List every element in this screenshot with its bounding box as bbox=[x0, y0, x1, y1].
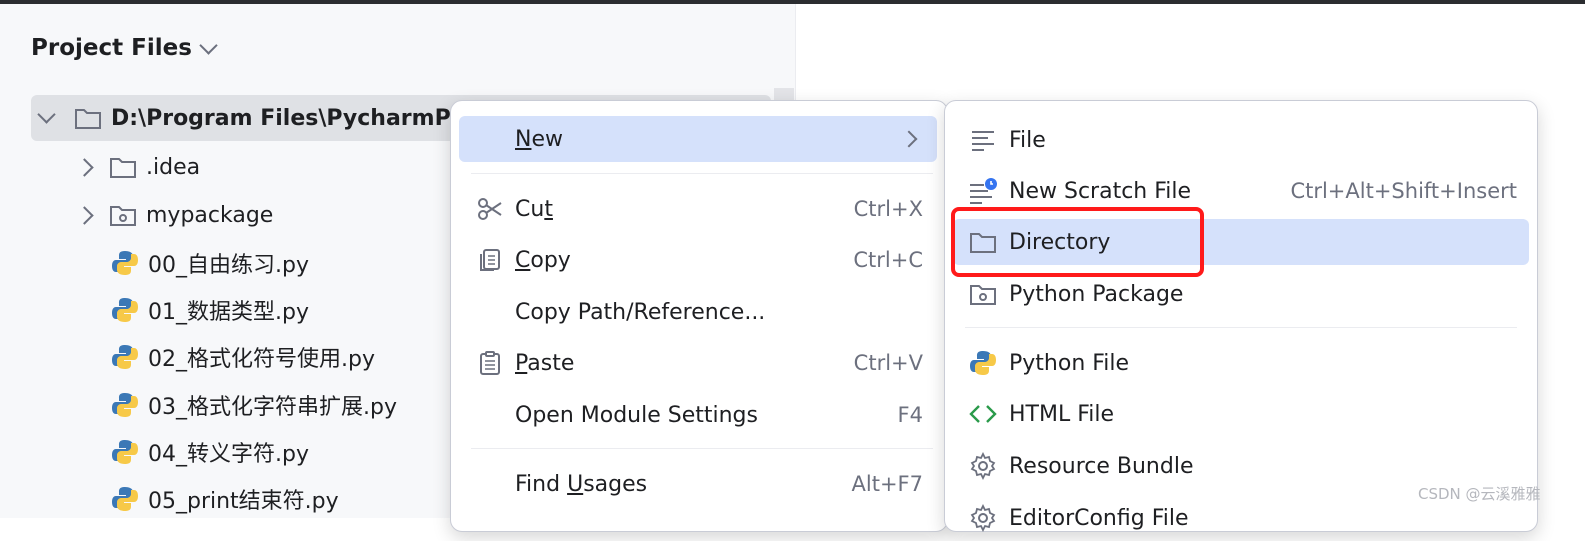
tree-item[interactable]: 04_转义字符.py bbox=[110, 429, 309, 475]
submenu-item-label: Resource Bundle bbox=[1009, 453, 1194, 479]
menu-separator bbox=[471, 173, 933, 174]
menu-item-label: Cut bbox=[515, 196, 553, 222]
submenu-item-label: File bbox=[1009, 127, 1046, 153]
menu-item-label: New bbox=[515, 126, 563, 152]
python-icon bbox=[110, 295, 140, 325]
tree-item[interactable]: 05_print结束符.py bbox=[110, 476, 339, 522]
submenu-item-label: EditorConfig File bbox=[1009, 505, 1189, 531]
chevron-down-icon bbox=[199, 35, 218, 55]
menu-item-label: Paste bbox=[515, 350, 575, 376]
text-file-icon bbox=[967, 125, 999, 155]
package-icon bbox=[108, 200, 138, 230]
menu-item-label: Open Module Settings bbox=[515, 402, 758, 428]
python-icon bbox=[110, 248, 140, 278]
gear-icon bbox=[967, 503, 999, 533]
submenu-item-html-file[interactable]: HTML File bbox=[953, 391, 1529, 437]
tree-item[interactable]: 02_格式化符号使用.py bbox=[110, 334, 375, 380]
chevron-right-icon[interactable] bbox=[74, 205, 94, 225]
copy-icon bbox=[475, 245, 505, 275]
chevron-right-icon bbox=[900, 130, 918, 148]
submenu-shortcut: Ctrl+Alt+Shift+Insert bbox=[1290, 179, 1517, 203]
scissors-icon bbox=[475, 194, 505, 224]
html-icon bbox=[967, 399, 999, 429]
submenu-separator bbox=[965, 327, 1517, 328]
menu-item-label: Find Usages bbox=[515, 471, 648, 497]
tree-item[interactable]: 01_数据类型.py bbox=[110, 287, 309, 333]
chevron-right-icon[interactable] bbox=[74, 157, 94, 177]
tree-item-label: 03_格式化字符串扩展.py bbox=[148, 395, 397, 420]
menu-item-copy-path[interactable]: Copy Path/Reference... bbox=[459, 289, 937, 335]
submenu-item-label: New Scratch File bbox=[1009, 178, 1192, 204]
menu-shortcut: Ctrl+V bbox=[853, 351, 923, 375]
submenu-item-label: Python File bbox=[1009, 350, 1130, 376]
menu-item-open-module-settings[interactable]: Open Module Settings F4 bbox=[459, 392, 937, 438]
folder-icon bbox=[108, 152, 138, 182]
annotation-highlight-box bbox=[951, 207, 1204, 277]
package-icon bbox=[967, 279, 999, 309]
tree-item[interactable]: mypackage bbox=[74, 192, 273, 238]
tree-root-label: D:\Program Files\PycharmPr bbox=[111, 105, 462, 131]
tree-item-label: mypackage bbox=[146, 202, 274, 228]
menu-item-copy[interactable]: Copy Ctrl+C bbox=[459, 237, 937, 283]
python-icon bbox=[967, 348, 999, 378]
submenu-item-file[interactable]: File bbox=[953, 117, 1529, 163]
tree-item[interactable]: 00_自由练习.py bbox=[110, 240, 309, 286]
tree-item-label: .idea bbox=[146, 154, 201, 180]
scratch-file-icon bbox=[967, 176, 999, 206]
menu-item-label: Copy bbox=[515, 247, 571, 273]
menu-item-find-usages[interactable]: Find Usages Alt+F7 bbox=[459, 461, 937, 507]
paste-icon bbox=[475, 348, 505, 378]
python-icon bbox=[110, 390, 140, 420]
submenu-item-python-file[interactable]: Python File bbox=[953, 340, 1529, 386]
tree-item[interactable]: .idea bbox=[74, 144, 200, 190]
submenu-item-label: Python Package bbox=[1009, 281, 1184, 307]
context-menu: New Cut Ctrl+X Copy Ctrl+C Copy Path/Ref… bbox=[450, 100, 948, 532]
menu-shortcut: Ctrl+X bbox=[853, 197, 923, 221]
menu-shortcut: Alt+F7 bbox=[851, 472, 923, 496]
menu-shortcut: F4 bbox=[897, 403, 923, 427]
python-icon bbox=[110, 484, 140, 514]
tree-item-label: 05_print结束符.py bbox=[148, 489, 339, 514]
tree-item-label: 01_数据类型.py bbox=[148, 300, 309, 325]
python-icon bbox=[110, 437, 140, 467]
tree-item[interactable]: 03_格式化字符串扩展.py bbox=[110, 382, 397, 428]
folder-icon bbox=[73, 103, 103, 133]
menu-item-new[interactable]: New bbox=[459, 116, 937, 162]
menu-separator bbox=[471, 448, 933, 449]
tree-item-label: 00_自由练习.py bbox=[148, 253, 309, 278]
new-submenu: File New Scratch File Ctrl+Alt+Shift+Ins… bbox=[944, 100, 1538, 532]
watermark: CSDN @云溪雅雅 bbox=[1418, 485, 1541, 503]
python-icon bbox=[110, 342, 140, 372]
submenu-item-python-package[interactable]: Python Package bbox=[953, 271, 1529, 317]
submenu-item-label: HTML File bbox=[1009, 401, 1115, 427]
pane-title: Project Files bbox=[31, 35, 192, 61]
tree-item-label: 02_格式化符号使用.py bbox=[148, 347, 375, 372]
expand-arrow-icon[interactable] bbox=[31, 105, 61, 124]
tree-item-label: 04_转义字符.py bbox=[148, 442, 309, 467]
menu-shortcut: Ctrl+C bbox=[853, 248, 923, 272]
menu-item-cut[interactable]: Cut Ctrl+X bbox=[459, 186, 937, 232]
menu-item-paste[interactable]: Paste Ctrl+V bbox=[459, 340, 937, 386]
project-files-dropdown[interactable]: Project Files bbox=[31, 32, 218, 64]
menu-item-label: Copy Path/Reference... bbox=[515, 299, 766, 325]
gear-icon bbox=[967, 451, 999, 481]
